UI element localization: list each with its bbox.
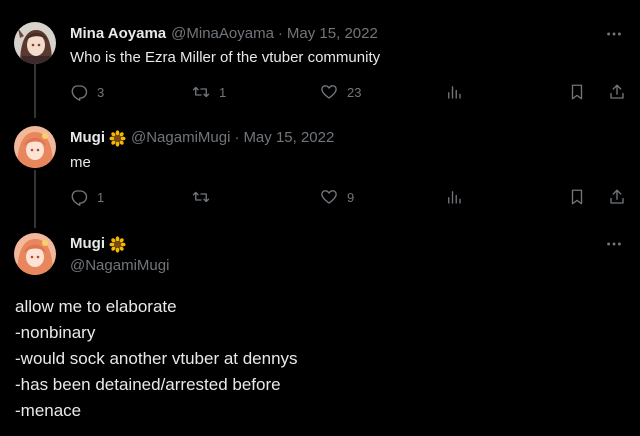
- author-handle[interactable]: @NagamiMugi: [70, 256, 169, 276]
- author-name[interactable]: Mina Aoyama: [70, 24, 166, 44]
- share-button[interactable]: [608, 187, 626, 207]
- reply-icon: [71, 190, 88, 206]
- share-icon: [610, 189, 624, 204]
- bookmark-button[interactable]: [568, 82, 586, 102]
- avatar-mina-icon: [14, 22, 56, 64]
- avatar-mugi[interactable]: [14, 233, 56, 275]
- tweet-date[interactable]: May 15, 2022: [287, 24, 378, 44]
- tweet-line: -nonbinary: [15, 323, 96, 342]
- reply-count: 1: [97, 189, 105, 205]
- avatar-mina[interactable]: [14, 22, 56, 64]
- author-name[interactable]: Mugi: [70, 234, 105, 254]
- tweet-date[interactable]: May 15, 2022: [243, 128, 334, 148]
- more-dots-icon: [607, 32, 621, 36]
- like-count: 23: [347, 84, 362, 100]
- retweet-button[interactable]: [192, 187, 219, 207]
- tweet-header: Mugi @NagamiMugi · May 15, 2022: [70, 128, 334, 148]
- like-count: 9: [347, 189, 355, 205]
- tweet-line: -has been detained/arrested before: [15, 375, 281, 394]
- thread-line: [34, 170, 36, 228]
- more-dots-icon: [607, 242, 621, 246]
- share-icon: [610, 84, 624, 99]
- sunflower-icon: [109, 235, 126, 253]
- tweet-line: allow me to elaborate: [15, 297, 177, 316]
- retweet-icon: [192, 191, 210, 203]
- tweet-actions: 1 9: [70, 187, 626, 207]
- author-name[interactable]: Mugi: [70, 128, 105, 148]
- reply-button[interactable]: 1: [70, 187, 104, 207]
- author-handle[interactable]: @NagamiMugi: [131, 128, 230, 148]
- tweet-line: -would sock another vtuber at dennys: [15, 349, 298, 368]
- more-options-button[interactable]: [604, 234, 624, 254]
- bookmark-button[interactable]: [568, 187, 586, 207]
- reply-icon: [71, 85, 88, 101]
- views-button[interactable]: [445, 187, 463, 207]
- main-tweet-text: allow me to elaborate -nonbinary -would …: [15, 294, 298, 424]
- retweet-icon: [192, 86, 210, 98]
- thread-line: [34, 64, 36, 118]
- share-button[interactable]: [608, 82, 626, 102]
- heart-icon: [321, 85, 337, 99]
- like-button[interactable]: 9: [320, 187, 354, 207]
- avatar-mugi[interactable]: [14, 126, 56, 168]
- sunflower-icon: [109, 129, 126, 147]
- retweet-count: 1: [219, 84, 227, 100]
- analytics-icon: [448, 86, 461, 99]
- like-button[interactable]: 23: [320, 82, 361, 102]
- separator-dot: ·: [234, 129, 240, 146]
- bookmark-icon: [571, 189, 583, 205]
- analytics-icon: [448, 191, 461, 204]
- reply-button[interactable]: 3: [70, 82, 104, 102]
- bookmark-icon: [571, 84, 583, 100]
- views-button[interactable]: [445, 82, 463, 102]
- tweet-line: -menace: [15, 401, 82, 420]
- tweet-header: Mina Aoyama @MinaAoyama · May 15, 2022: [70, 24, 378, 44]
- retweet-button[interactable]: 1: [192, 82, 226, 102]
- avatar-mugi-icon: [14, 126, 56, 168]
- reply-count: 3: [97, 84, 105, 100]
- avatar-mugi-icon: [14, 233, 56, 275]
- tweet-actions: 3 1 23: [70, 82, 626, 102]
- author-handle[interactable]: @MinaAoyama: [171, 24, 274, 44]
- tweet-text: Who is the Ezra Miller of the vtuber com…: [70, 49, 381, 66]
- main-tweet-author: Mugi @NagamiMugi: [70, 234, 169, 276]
- separator-dot: ·: [277, 25, 283, 42]
- more-options-button[interactable]: [604, 24, 624, 44]
- heart-icon: [321, 190, 337, 204]
- tweet-text: me: [70, 154, 91, 171]
- thread-page: Mina Aoyama @MinaAoyama · May 15, 2022 W…: [0, 0, 640, 436]
